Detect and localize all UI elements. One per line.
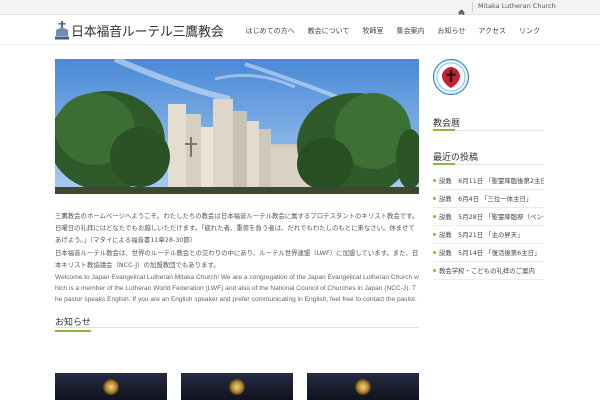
candle-light-icon [229, 379, 245, 395]
site-title[interactable]: 日本福音ルーテル三鷹教会 [71, 21, 224, 40]
recent-post-item[interactable]: 教会学校・こどもの礼拝のご案内 [433, 262, 544, 280]
recent-post-item[interactable]: 説教 5月28日 「聖霊降臨祭（ペンテコステ）」 [433, 208, 544, 226]
topbar-divider [472, 2, 473, 12]
section-title: お知らせ [55, 315, 91, 332]
nav-item-meetings[interactable]: 集会案内 [396, 26, 424, 36]
sidebar-widget-title-calendar: 教会暦 [433, 119, 461, 129]
home-icon[interactable] [457, 2, 466, 17]
candle-light-icon [103, 379, 119, 395]
bullet-icon [433, 179, 436, 182]
intro-text: 三鷹教会のホームページへようこそ。わたしたちの教会は日本福音ルーテル教会に属する… [55, 210, 419, 306]
candle-light-icon [355, 379, 371, 395]
recent-post-label[interactable]: 説教 5月21日 「主の昇天」 [439, 231, 524, 239]
recent-post-item[interactable]: 説教 6月11日 「聖霊降臨後第2主日」 [433, 172, 544, 190]
recent-post-label[interactable]: 説教 5月28日 「聖霊降臨祭（ペンテコステ）」 [439, 213, 544, 221]
intro-paragraph-2: 日本福音ルーテル教会は、世界のルーテル教会との交わりの中にあり、ルーテル世界連盟… [55, 249, 419, 269]
recent-post-label[interactable]: 説教 5月14日 「復活後第6主日」 [439, 249, 540, 257]
sidebar-accent-bar [433, 129, 455, 131]
nav-item-news[interactable]: お知らせ [437, 26, 465, 36]
news-section-heading: お知らせ [55, 310, 419, 332]
news-thumbnail[interactable] [181, 373, 293, 400]
recent-post-item[interactable]: 説教 6月4日 「三位一体主日」 [433, 190, 544, 208]
church-building-photo [55, 59, 419, 194]
bullet-icon [433, 197, 436, 200]
nav-item-links[interactable]: リンク [519, 26, 540, 36]
recent-post-item[interactable]: 説教 5月21日 「主の昇天」 [433, 226, 544, 244]
bullet-icon [433, 233, 436, 236]
main-nav: はじめての方へ 教会について 牧師室 集会案内 お知らせ アクセス リンク [246, 26, 540, 36]
bullet-icon [433, 269, 436, 272]
recent-posts-list: 説教 6月11日 「聖霊降臨後第2主日」 説教 6月4日 「三位一体主日」 説教… [433, 172, 544, 280]
nav-item-first-visit[interactable]: はじめての方へ [246, 26, 295, 36]
church-logo-icon[interactable] [55, 21, 69, 40]
top-bar: Mitaka Lutheran Church [0, 0, 600, 17]
bullet-icon [433, 251, 436, 254]
sidebar-widget-title-recent-posts: 最近の投稿 [433, 153, 479, 163]
news-thumbnail[interactable] [55, 373, 167, 400]
recent-post-label[interactable]: 説教 6月11日 「聖霊降臨後第2主日」 [439, 177, 544, 185]
topbar-church-link[interactable]: Mitaka Lutheran Church [478, 2, 556, 10]
recent-post-label[interactable]: 説教 6月4日 「三位一体主日」 [439, 195, 532, 203]
news-thumbnail[interactable] [307, 373, 419, 400]
intro-paragraph-1: 三鷹教会のホームページへようこそ。わたしたちの教会は日本福音ルーテル教会に属する… [55, 212, 419, 244]
bullet-icon [433, 215, 436, 218]
site-header: 日本福音ルーテル三鷹教会 はじめての方へ 教会について 牧師室 集会案内 お知ら… [0, 15, 600, 45]
nav-item-about[interactable]: 教会について [308, 26, 350, 36]
nav-item-pastor[interactable]: 牧師室 [362, 26, 383, 36]
intro-english-paragraph: Welcome to Japan Evangelical Lutheran Mi… [55, 274, 419, 303]
sidebar-accent-bar [433, 163, 455, 165]
recent-post-label[interactable]: 教会学校・こどもの礼拝のご案内 [439, 267, 535, 275]
luther-rose-icon[interactable] [432, 58, 470, 96]
nav-item-access[interactable]: アクセス [478, 26, 506, 36]
recent-post-item[interactable]: 説教 5月14日 「復活後第6主日」 [433, 244, 544, 262]
